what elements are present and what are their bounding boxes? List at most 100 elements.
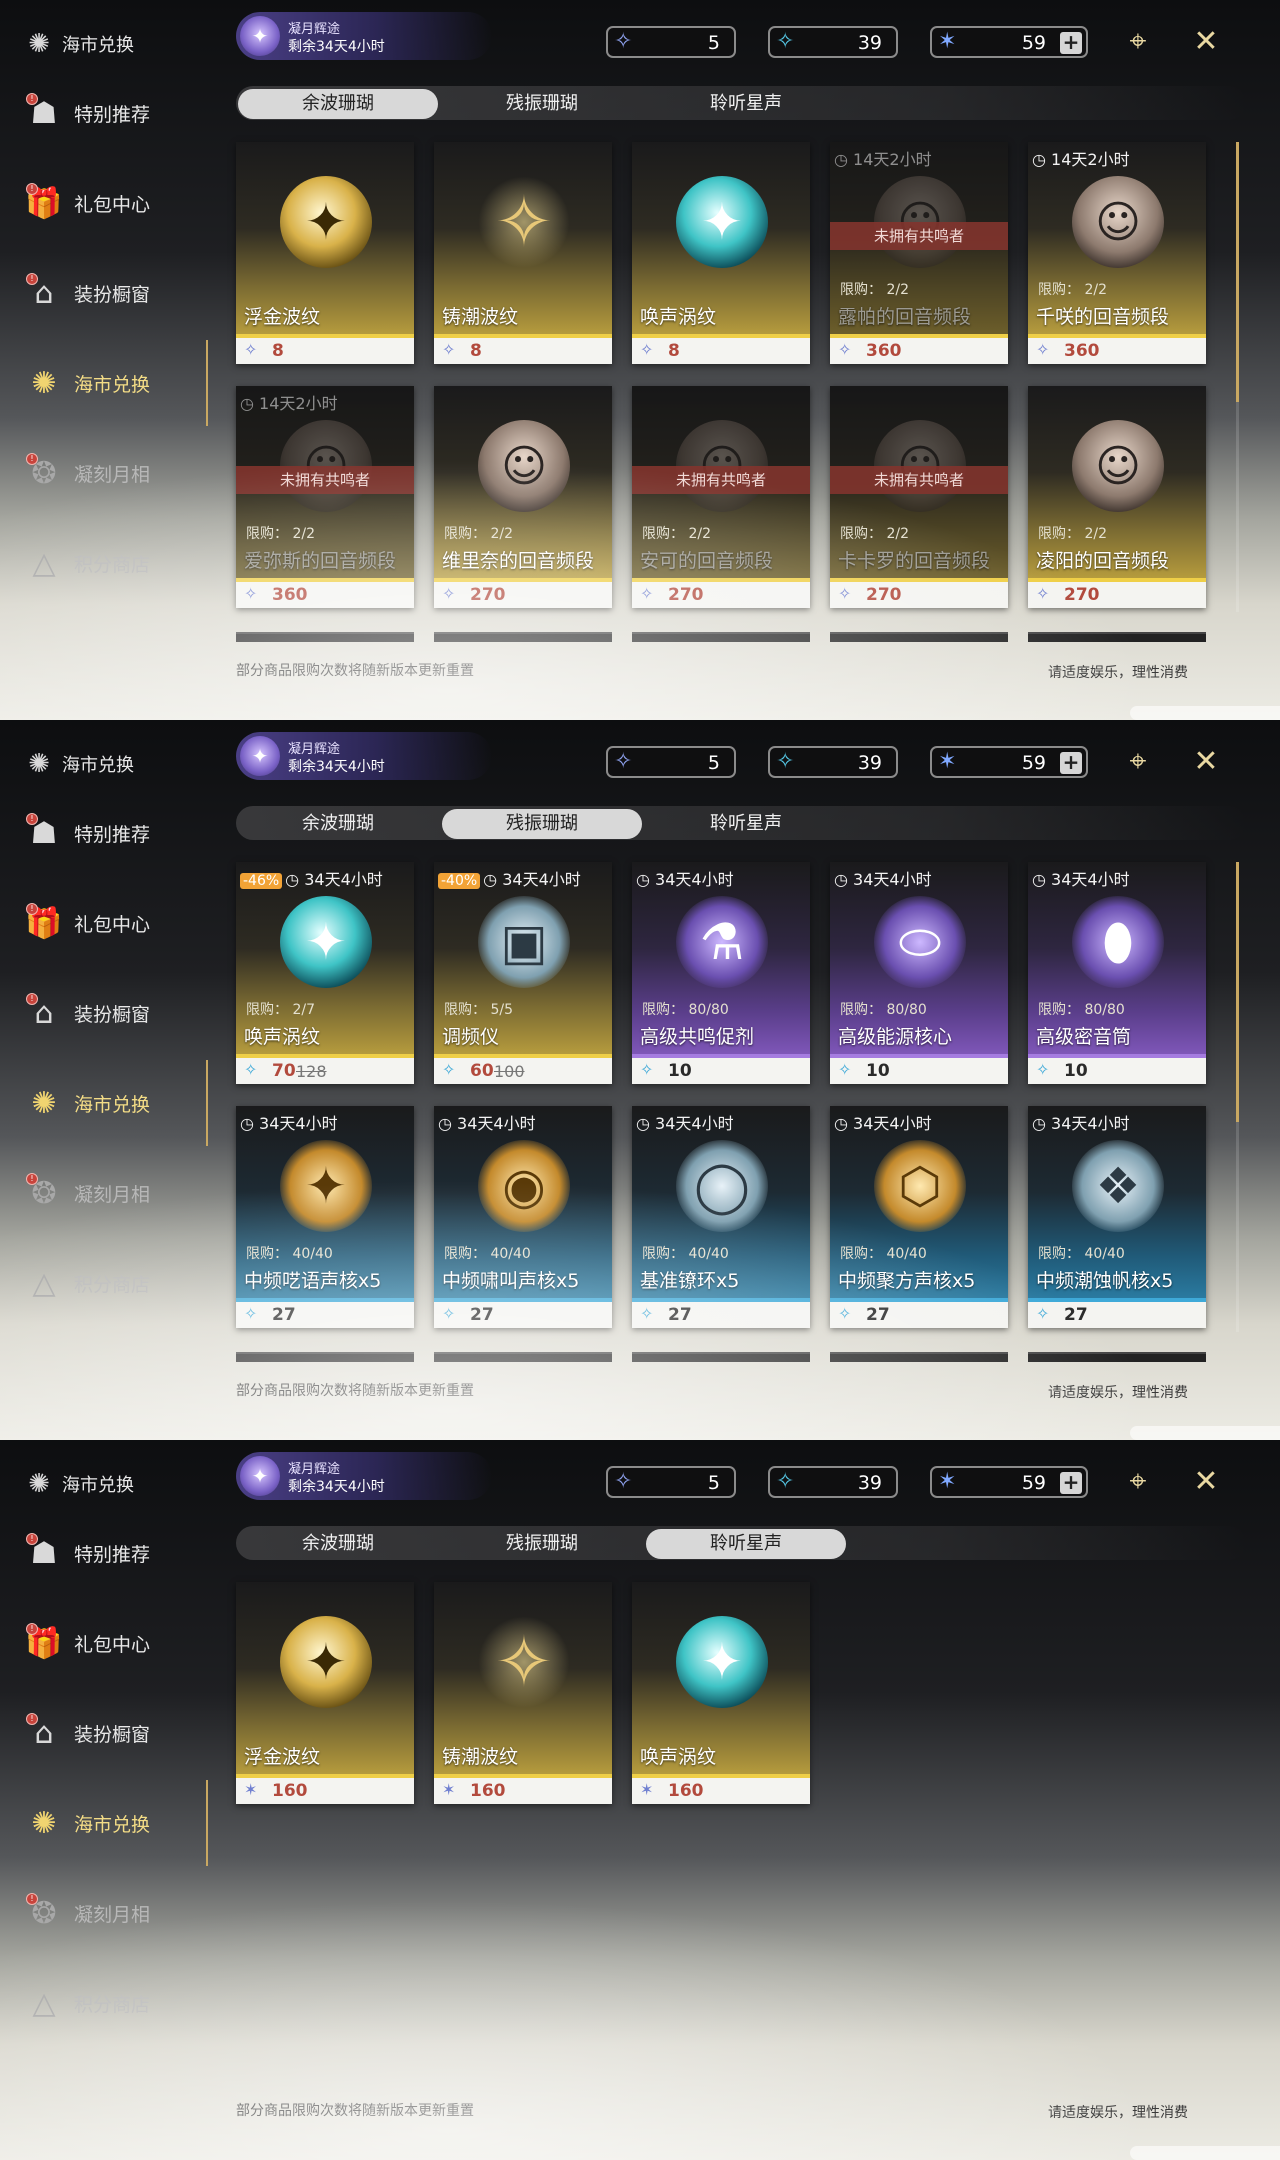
sidebar-item-recommend[interactable]: ☗! 特别推荐 <box>24 1528 204 1578</box>
sidebar-item-moon[interactable]: ❂! 凝刻月相 <box>24 448 204 498</box>
sidebar-item-moon[interactable]: ❂! 凝刻月相 <box>24 1168 204 1218</box>
sidebar-item-points[interactable]: △ 积分商店 <box>24 538 204 588</box>
sidebar-item-label: 海市兑换 <box>74 373 151 396</box>
afterglow-coral-icon: ✧ <box>640 584 654 603</box>
discount-badge: -46% <box>240 873 283 889</box>
shop-item-card[interactable]: ✧ 铸潮波纹 ✧ 8 <box>434 142 612 364</box>
shop-item-card[interactable]: ☺ 限购： 2/2 凌阳的回音频段 ✧ 270 <box>1028 386 1206 608</box>
close-icon[interactable]: ✕ <box>1188 1464 1224 1500</box>
tab-1[interactable]: 余波珊瑚 <box>238 809 438 839</box>
afterglow-coral-icon: ✧ <box>614 1469 633 1494</box>
crosshair-icon[interactable]: ⌖ <box>1120 1464 1156 1500</box>
shop-item-card[interactable]: ⬮ ◷ 34天4小时 限购： 80/80 高级密音筒 ✧ 10 <box>1028 862 1206 1084</box>
currency-value: 59 <box>1021 1472 1046 1494</box>
sidebar-item-gifts[interactable]: 🎁! 礼包中心 <box>24 1618 204 1668</box>
shop-item-card[interactable]: ☺未拥有共鸣者限购： 2/2卡卡罗的回音频段✧270 <box>830 386 1008 608</box>
tab-1[interactable]: 余波珊瑚 <box>238 89 438 119</box>
afterglow-coral-icon: ✧ <box>614 29 633 54</box>
sidebar-item-wardrobe[interactable]: ⌂! 装扮橱窗 <box>24 988 204 1038</box>
sidebar-item-exchange[interactable]: ✺ 海市兑换 <box>24 1078 204 1128</box>
shop-item-card[interactable]: ☺ 限购： 2/2 维里奈的回音频段 ✧ 270 <box>434 386 612 608</box>
sidebar-item-exchange[interactable]: ✺ 海市兑换 <box>24 1798 204 1848</box>
sidebar-item-recommend[interactable]: ☗! 特别推荐 <box>24 808 204 858</box>
item-price: 27 <box>1064 1305 1088 1325</box>
event-banner[interactable]: ✦ 凝月辉途 剩余34天4小时 <box>236 12 492 60</box>
item-price: 70 <box>272 1061 296 1081</box>
tab-2[interactable]: 残振珊瑚 <box>442 809 642 839</box>
item-name: 浮金波纹 <box>244 1746 321 1768</box>
moon-icon: ❂! <box>24 453 64 493</box>
sidebar-item-moon[interactable]: ❂! 凝刻月相 <box>24 1888 204 1938</box>
item-price: 270 <box>1064 585 1100 605</box>
coral-icon: ✺ <box>31 365 57 401</box>
item-price: 8 <box>668 341 680 361</box>
shop-item-card[interactable]: ◉ ◷ 34天4小时 限购： 40/40 中频啸叫声核x5 ✧ 27 <box>434 1106 612 1328</box>
timer-text: 34天4小时 <box>304 870 383 889</box>
sidebar-item-gifts[interactable]: 🎁! 礼包中心 <box>24 178 204 228</box>
shop-item-card[interactable]: ☺未拥有共鸣者限购： 2/2安可的回音频段✧270 <box>632 386 810 608</box>
footer-note: 部分商品限购次数将随新版本更新重置 <box>236 1383 474 1399</box>
currency-3: ✶ 59 + <box>930 26 1088 58</box>
event-banner[interactable]: ✦ 凝月辉途 剩余34天4小时 <box>236 1452 492 1500</box>
sidebar: ✺ 海市兑换 ☗! 特别推荐 🎁! 礼包中心 ⌂! 装扮橱窗 ✺ 海市兑换 ❂! 凝刻月相 △ 积分商店 <box>0 1440 210 2160</box>
oscillated-coral-icon: ✧ <box>244 1060 258 1079</box>
price-bar: ✧ 10 <box>632 1058 810 1084</box>
sidebar-item-wardrobe[interactable]: ⌂! 装扮橱窗 <box>24 268 204 318</box>
close-icon[interactable]: ✕ <box>1188 744 1224 780</box>
afterglow-coral-icon: ✧ <box>244 340 258 359</box>
shop-item-card[interactable]: ✦ 浮金波纹 ✶ 160 <box>236 1582 414 1804</box>
tab-1[interactable]: 余波珊瑚 <box>238 1529 438 1559</box>
afterglow-coral-icon: ✧ <box>1036 584 1050 603</box>
tab-3[interactable]: 聆听星声 <box>646 1529 846 1559</box>
price-bar: ✧ 360 <box>236 582 414 608</box>
sidebar-item-gifts[interactable]: 🎁! 礼包中心 <box>24 898 204 948</box>
oscillated-coral-icon: ✧ <box>776 29 795 54</box>
shop-item-card[interactable]: ✧ 铸潮波纹 ✶ 160 <box>434 1582 612 1804</box>
timer-text: 34天4小时 <box>259 1114 338 1133</box>
price-bar: ✧ 10 <box>1028 1058 1206 1084</box>
price-bar: ✶ 160 <box>236 1778 414 1804</box>
tab-2[interactable]: 残振珊瑚 <box>442 1529 642 1559</box>
item-name: 高级能源核心 <box>838 1026 953 1048</box>
add-currency-button[interactable]: + <box>1060 32 1082 54</box>
crosshair-icon[interactable]: ⌖ <box>1120 744 1156 780</box>
tab-2[interactable]: 残振珊瑚 <box>442 89 642 119</box>
shop-item-card[interactable]: ⚗ ◷ 34天4小时 限购： 80/80 高级共鸣促剂 ✧ 10 <box>632 862 810 1084</box>
scrollbar-thumb[interactable] <box>1236 142 1239 402</box>
shop-item-card[interactable]: ☺◷ 14天2小时未拥有共鸣者限购： 2/2露帕的回音频段✧360 <box>830 142 1008 364</box>
sidebar-item-points[interactable]: △ 积分商店 <box>24 1978 204 2028</box>
sidebar-item-exchange[interactable]: ✺ 海市兑换 <box>24 358 204 408</box>
shop-item-card[interactable]: ❖ ◷ 34天4小时 限购： 40/40 中频潮蚀帆核x5 ✧ 27 <box>1028 1106 1206 1328</box>
shop-item-card[interactable]: ✦ 唤声涡纹 ✧ 8 <box>632 142 810 364</box>
shop-item-card[interactable]: ☺◷ 14天2小时未拥有共鸣者限购： 2/2爱弥斯的回音频段✧360 <box>236 386 414 608</box>
currency-value: 39 <box>857 1472 882 1494</box>
event-name: 凝月辉途 <box>288 1462 341 1477</box>
shop-item-card[interactable]: ✦ -46% ◷ 34天4小时 限购： 2/7 唤声涡纹 ✧ 70 128 <box>236 862 414 1084</box>
close-icon[interactable]: ✕ <box>1188 24 1224 60</box>
event-emblem-icon: ✦ <box>240 736 280 776</box>
sidebar-item-points[interactable]: △ 积分商店 <box>24 1258 204 1308</box>
timer-text: 34天4小时 <box>1051 870 1130 889</box>
shop-item-card[interactable]: ⬭ ◷ 34天4小时 限购： 80/80 高级能源核心 ✧ 10 <box>830 862 1008 1084</box>
add-currency-button[interactable]: + <box>1060 752 1082 774</box>
add-currency-button[interactable]: + <box>1060 1472 1082 1494</box>
item-price: 160 <box>272 1781 308 1801</box>
shop-item-card[interactable]: ▣ -40% ◷ 34天4小时 限购： 5/5 调频仪 ✧ 60 100 <box>434 862 612 1084</box>
sidebar-item-recommend[interactable]: ☗! 特别推荐 <box>24 88 204 138</box>
shop-item-card[interactable]: ✦ ◷ 34天4小时 限购： 40/40 中频呓语声核x5 ✧ 27 <box>236 1106 414 1328</box>
item-timer: ◷ 14天2小时 <box>1032 146 1130 170</box>
sidebar-item-wardrobe[interactable]: ⌂! 装扮橱窗 <box>24 1708 204 1758</box>
shop-item-card[interactable]: ⬡ ◷ 34天4小时 限购： 40/40 中频聚方声核x5 ✧ 27 <box>830 1106 1008 1328</box>
purchase-limit: 限购： 80/80 <box>1038 1002 1125 1018</box>
event-banner[interactable]: ✦ 凝月辉途 剩余34天4小时 <box>236 732 492 780</box>
shop-item-card[interactable]: ✦ 浮金波纹 ✧ 8 <box>236 142 414 364</box>
shop-item-card[interactable]: ✦ 唤声涡纹 ✶ 160 <box>632 1582 810 1804</box>
crosshair-icon[interactable]: ⌖ <box>1120 24 1156 60</box>
tab-3[interactable]: 聆听星声 <box>646 89 846 119</box>
shop-item-card[interactable]: ☺ ◷ 14天2小时 限购： 2/2 千咲的回音频段 ✧ 360 <box>1028 142 1206 364</box>
oscillated-coral-icon: ✧ <box>776 1469 795 1494</box>
tab-3[interactable]: 聆听星声 <box>646 809 846 839</box>
purchase-limit: 限购： 40/40 <box>642 1246 729 1262</box>
shop-item-card[interactable]: ◯ ◷ 34天4小时 限购： 40/40 基准镣环x5 ✧ 27 <box>632 1106 810 1328</box>
scrollbar-thumb[interactable] <box>1236 862 1239 1122</box>
